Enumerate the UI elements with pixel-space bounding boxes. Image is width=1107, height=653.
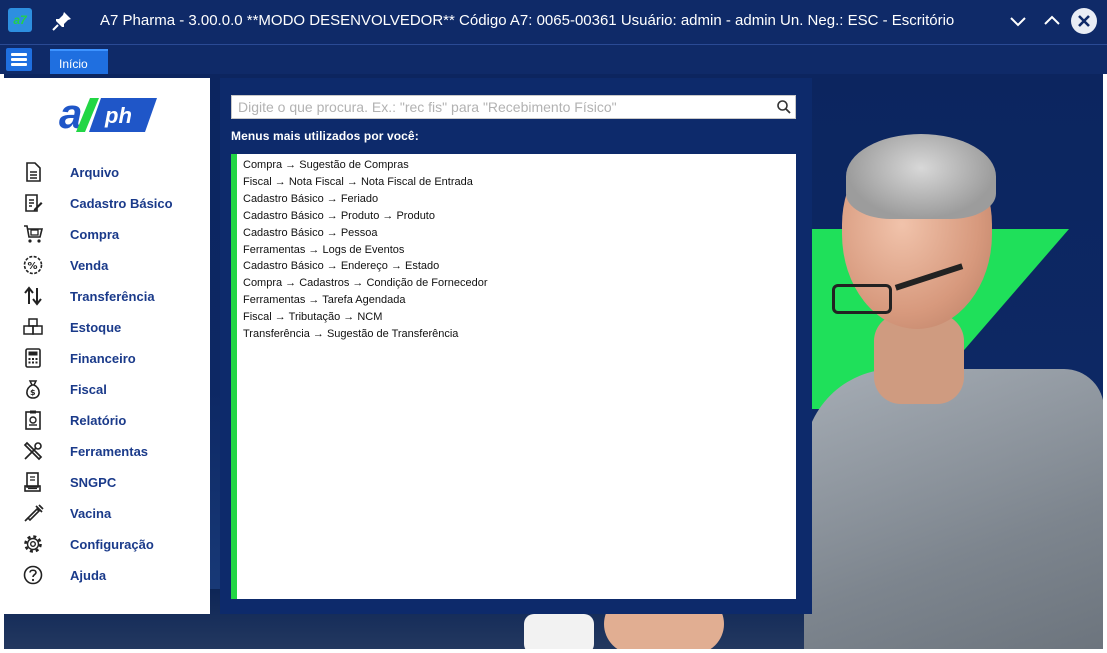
gear-icon — [22, 533, 44, 555]
menu-item-label: Venda — [70, 257, 109, 273]
menu-item-label: Ajuda — [70, 567, 107, 583]
boxes-icon — [22, 316, 44, 338]
calculator-icon — [22, 347, 44, 369]
menu-item-label: Compra — [70, 226, 120, 242]
app-icon-text: a7 — [13, 13, 27, 27]
recent-menu-item[interactable]: Cadastro Básico → Endereço → Estado — [243, 258, 796, 275]
transfer-arrows-icon — [22, 285, 44, 307]
main-menu-sidebar: a ph Arquivo Cadastro Básico Compra % Ve… — [4, 78, 210, 614]
recent-menu-item[interactable]: Cadastro Básico → Produto → Produto — [243, 208, 796, 225]
recent-menu-item[interactable]: Compra → Sugestão de Compras — [243, 157, 796, 174]
recent-menu-item[interactable]: Compra → Cadastros → Condição de Fornece… — [243, 275, 796, 292]
menu-item-label: Vacina — [70, 505, 112, 521]
svg-text:$: $ — [30, 388, 36, 397]
recent-menu-item[interactable]: Cadastro Básico → Feriado — [243, 191, 796, 208]
help-icon — [22, 564, 44, 586]
svg-text:ph: ph — [104, 103, 132, 128]
photo-person-body — [804, 369, 1103, 649]
hamburger-line — [11, 58, 27, 61]
hamburger-line — [11, 63, 27, 66]
a7ph-logo: a ph — [59, 92, 157, 136]
recent-menus-list: Compra → Sugestão de Compras Fiscal → No… — [231, 154, 796, 599]
menu-item-label: Relatório — [70, 412, 127, 428]
file-icon — [22, 161, 44, 183]
window-title: A7 Pharma - 3.00.0.0 **MODO DESENVOLVEDO… — [100, 12, 955, 29]
menu-item-arquivo[interactable]: Arquivo — [22, 159, 119, 185]
tools-icon — [22, 440, 44, 462]
menu-item-configuracao[interactable]: Configuração — [22, 531, 154, 557]
menu-item-label: Ferramentas — [70, 443, 149, 459]
tab-bar: Início — [0, 44, 1107, 75]
menu-item-sngpc[interactable]: SNGPC — [22, 469, 116, 495]
photo-other-coat — [524, 614, 594, 649]
menu-item-ajuda[interactable]: Ajuda — [22, 562, 106, 588]
menu-item-estoque[interactable]: Estoque — [22, 314, 121, 340]
menu-item-label: Cadastro Básico — [70, 195, 173, 211]
menu-item-ferramentas[interactable]: Ferramentas — [22, 438, 148, 464]
chevron-down-icon[interactable] — [1004, 7, 1032, 35]
menu-item-financeiro[interactable]: Financeiro — [22, 345, 136, 371]
menu-item-venda[interactable]: % Venda — [22, 252, 108, 278]
report-icon — [22, 409, 44, 431]
window-title-bar: a7 A7 Pharma - 3.00.0.0 **MODO DESENVOLV… — [0, 0, 1107, 44]
recent-menu-item[interactable]: Fiscal → Nota Fiscal → Nota Fiscal de En… — [243, 174, 796, 191]
recent-menu-item[interactable]: Ferramentas → Tarefa Agendada — [243, 292, 796, 309]
recent-menu-item[interactable]: Fiscal → Tributação → NCM — [243, 309, 796, 326]
menu-item-cadastro-basico[interactable]: Cadastro Básico — [22, 190, 173, 216]
menu-item-label: Financeiro — [70, 350, 136, 366]
hamburger-line — [11, 53, 27, 56]
menu-item-label: SNGPC — [70, 474, 117, 490]
search-box — [231, 95, 796, 119]
close-icon[interactable] — [1071, 8, 1097, 34]
svg-text:%: % — [28, 261, 38, 272]
photo-person-hair — [846, 134, 996, 219]
search-panel: Menus mais utilizados por você: Compra →… — [220, 78, 812, 614]
money-bag-icon: $ — [22, 378, 44, 400]
menu-item-fiscal[interactable]: $ Fiscal — [22, 376, 107, 402]
syringe-icon — [22, 502, 44, 524]
chevron-up-icon[interactable] — [1038, 7, 1066, 35]
recent-menu-item[interactable]: Transferência → Sugestão de Transferênci… — [243, 326, 796, 343]
app-icon[interactable]: a7 — [8, 8, 32, 32]
edit-document-icon — [22, 192, 44, 214]
document-stamp-icon — [22, 471, 44, 493]
search-input[interactable] — [232, 96, 768, 118]
menu-item-compra[interactable]: Compra — [22, 221, 119, 247]
recent-menu-item[interactable]: Cadastro Básico → Pessoa — [243, 225, 796, 242]
pin-icon[interactable] — [50, 9, 74, 33]
menu-item-label: Fiscal — [70, 381, 107, 397]
menu-item-relatorio[interactable]: Relatório — [22, 407, 126, 433]
photo-person-glasses — [832, 284, 892, 314]
search-icon[interactable] — [776, 99, 792, 115]
menu-item-label: Arquivo — [70, 164, 120, 180]
menu-item-transferencia[interactable]: Transferência — [22, 283, 155, 309]
percent-badge-icon: % — [22, 254, 44, 276]
hamburger-menu-icon[interactable] — [6, 48, 32, 71]
menu-item-label: Transferência — [70, 288, 155, 304]
cart-icon — [22, 223, 44, 245]
menu-item-label: Configuração — [70, 536, 154, 552]
recent-menus-title: Menus mais utilizados por você: — [231, 129, 419, 143]
menu-item-vacina[interactable]: Vacina — [22, 500, 111, 526]
tab-inicio[interactable]: Início — [50, 49, 108, 75]
recent-menu-item[interactable]: Ferramentas → Logs de Eventos — [243, 242, 796, 259]
menu-item-label: Estoque — [70, 319, 122, 335]
